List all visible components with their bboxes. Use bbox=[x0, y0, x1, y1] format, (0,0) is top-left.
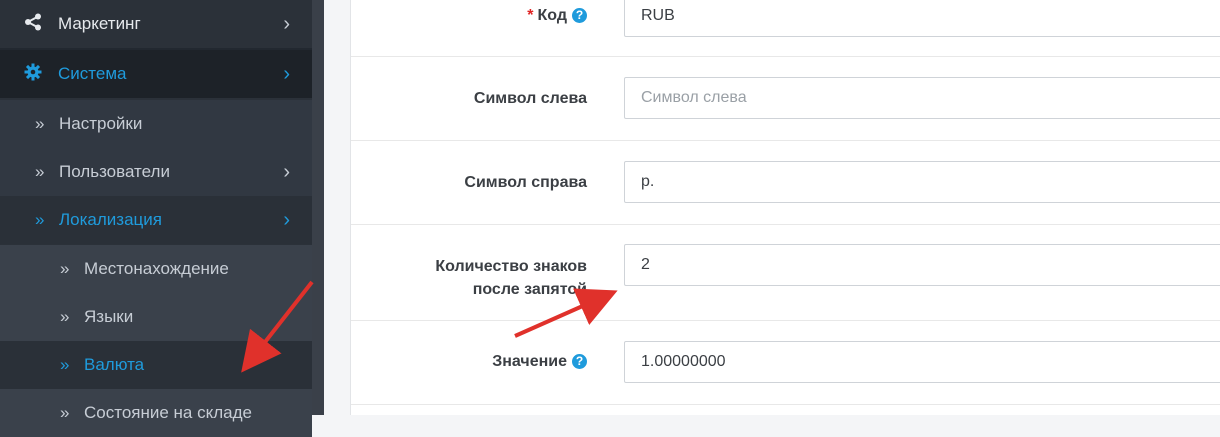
sidebar-item-languages[interactable]: » Языки bbox=[0, 293, 312, 341]
sidebar-item-system[interactable]: Система › bbox=[0, 50, 312, 98]
double-chevron-icon: » bbox=[60, 307, 70, 326]
double-chevron-icon: » bbox=[35, 162, 45, 181]
share-icon bbox=[24, 13, 42, 36]
decimal-places-label-line2: после запятой bbox=[472, 281, 587, 298]
chevron-right-icon: › bbox=[283, 12, 290, 35]
double-chevron-icon: » bbox=[35, 210, 45, 229]
decimal-places-label: Количество знаков после запятой bbox=[435, 255, 587, 301]
currency-form: *Код? Символ слева Символ справа Количес… bbox=[350, 0, 1220, 415]
required-mark: * bbox=[527, 7, 534, 24]
symbol-left-label: Символ слева bbox=[473, 90, 587, 107]
sidebar-item-label: Пользователи bbox=[59, 162, 170, 181]
code-input[interactable] bbox=[624, 0, 1220, 37]
sidebar-item-label: Валюта bbox=[84, 355, 145, 374]
value-label: Значение? bbox=[492, 350, 587, 373]
code-label-text: Код bbox=[537, 7, 567, 24]
chevron-right-icon: › bbox=[283, 62, 290, 85]
sidebar-item-label: Система bbox=[58, 64, 127, 83]
sidebar: Маркетинг › Система › » Настройки » Поль… bbox=[0, 0, 312, 437]
sidebar-item-users[interactable]: » Пользователи › bbox=[0, 148, 312, 196]
sidebar-item-label: Языки bbox=[84, 307, 134, 326]
sidebar-item-settings[interactable]: » Настройки bbox=[0, 100, 312, 148]
symbol-left-input[interactable] bbox=[624, 77, 1220, 119]
code-label: * Код? bbox=[527, 4, 587, 27]
code-row: * Код? bbox=[351, 0, 1220, 57]
value-input[interactable] bbox=[624, 341, 1220, 383]
sidebar-item-stock-status[interactable]: » Состояние на складе bbox=[0, 389, 312, 437]
symbol-right-row: Символ справа bbox=[351, 140, 1220, 225]
chevron-right-icon: › bbox=[283, 160, 290, 183]
sidebar-item-localization[interactable]: » Локализация › bbox=[0, 196, 312, 244]
symbol-right-input[interactable] bbox=[624, 161, 1220, 203]
help-icon[interactable]: ? bbox=[572, 8, 587, 23]
double-chevron-icon: » bbox=[35, 114, 45, 133]
symbol-left-row: Символ слева bbox=[351, 56, 1220, 141]
sidebar-item-label: Локализация bbox=[59, 210, 162, 229]
double-chevron-icon: » bbox=[60, 355, 70, 374]
value-row: Значение? bbox=[351, 320, 1220, 405]
decimal-places-label-line1: Количество знаков bbox=[435, 258, 587, 275]
symbol-right-label: Символ справа bbox=[464, 174, 587, 191]
double-chevron-icon: » bbox=[60, 259, 70, 278]
decimal-places-row: Количество знаков после запятой bbox=[351, 224, 1220, 321]
sidebar-item-label: Состояние на складе bbox=[84, 403, 252, 422]
sidebar-item-locations[interactable]: » Местонахождение bbox=[0, 245, 312, 293]
double-chevron-icon: » bbox=[60, 403, 70, 422]
gear-icon bbox=[24, 63, 42, 86]
sidebar-item-label: Настройки bbox=[59, 114, 143, 133]
help-icon[interactable]: ? bbox=[572, 354, 587, 369]
sidebar-item-label: Местонахождение bbox=[84, 259, 229, 278]
sidebar-gutter bbox=[312, 0, 324, 415]
sidebar-item-currency[interactable]: » Валюта bbox=[0, 341, 312, 389]
sidebar-item-marketing[interactable]: Маркетинг › bbox=[0, 0, 312, 48]
decimal-places-input[interactable] bbox=[624, 244, 1220, 286]
chevron-right-icon: › bbox=[283, 208, 290, 231]
value-label-text: Значение bbox=[492, 353, 567, 370]
sidebar-item-label: Маркетинг bbox=[58, 14, 141, 33]
